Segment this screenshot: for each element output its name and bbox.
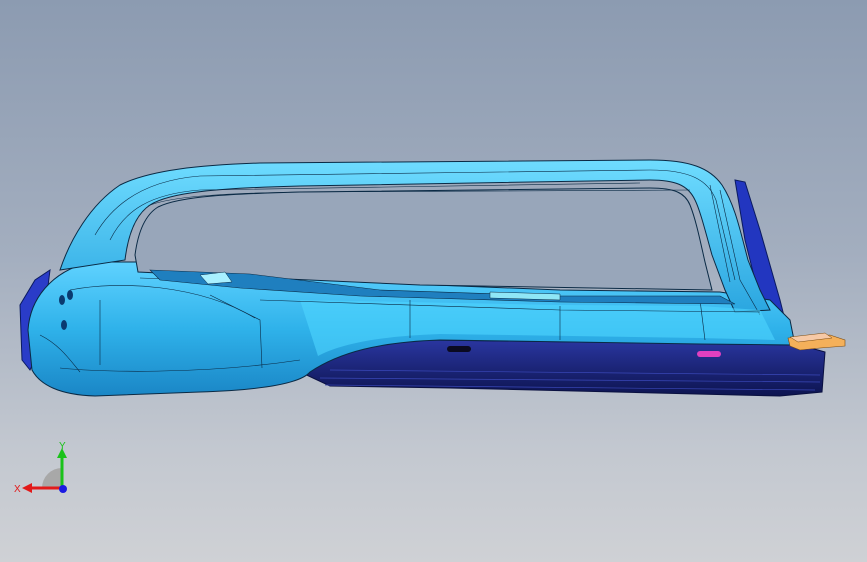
y-axis-label: Y <box>59 441 66 452</box>
door-frame-3d-model[interactable] <box>0 0 867 562</box>
triad-quadrant <box>42 468 62 488</box>
x-axis-label: X <box>14 484 21 495</box>
left-hole-3 <box>61 320 67 330</box>
z-axis-dot <box>59 485 67 493</box>
left-hole-1 <box>59 295 65 305</box>
black-slot <box>447 346 471 352</box>
graphics-viewport[interactable]: Y X <box>0 0 867 562</box>
x-axis-arrow <box>22 483 32 493</box>
left-hole-2 <box>67 290 73 300</box>
pink-slot <box>697 351 721 357</box>
axis-triad: Y X <box>14 441 67 495</box>
